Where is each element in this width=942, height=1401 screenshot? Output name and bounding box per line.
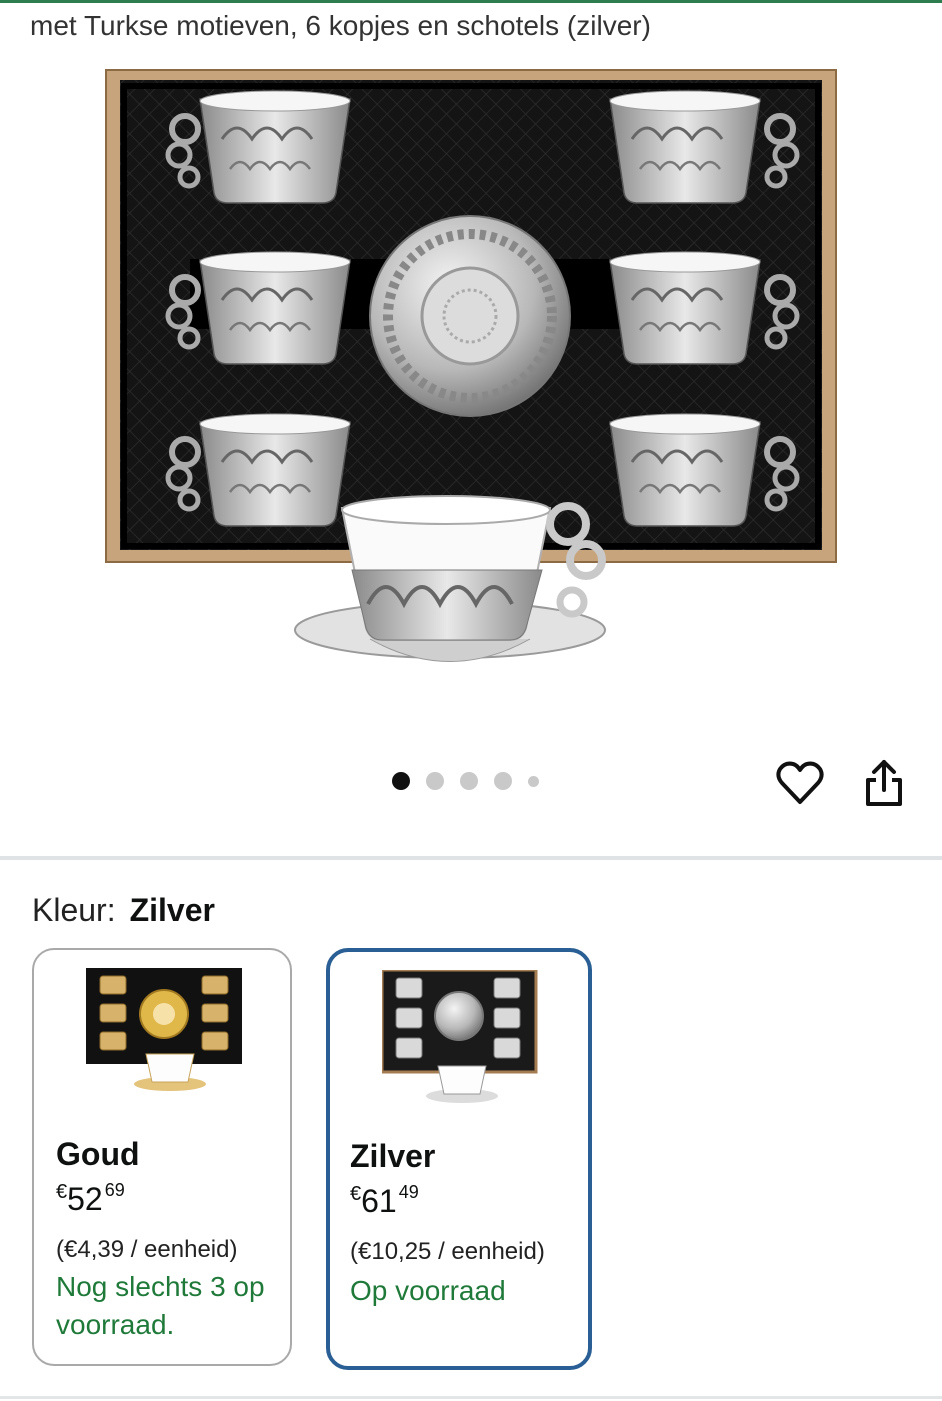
price-whole: 61 <box>361 1183 397 1219</box>
variant-name: Zilver <box>350 1138 436 1174</box>
section-divider <box>0 856 942 860</box>
variant-stock-status: Nog slechts 3 op voorraad. <box>56 1271 265 1340</box>
variant-option-zilver[interactable]: Zilver €61 49 (€10,25 / eenheid) Op voorr… <box>326 948 592 1370</box>
variant-label: Kleur: <box>32 892 116 928</box>
variant-selected-value: Zilver <box>129 892 215 928</box>
variant-thumbnail-gold <box>86 968 242 1091</box>
price-cents: 49 <box>398 1182 419 1202</box>
variant-price: €61 49 <box>350 1182 419 1220</box>
price-cents: 69 <box>104 1180 125 1200</box>
top-accent-line <box>0 0 942 3</box>
share-icon[interactable] <box>860 758 908 810</box>
variant-stock-status: Op voorraad <box>350 1275 506 1306</box>
variant-option-goud[interactable]: Goud €52 69 (€4,39 / eenheid) Nog slechts… <box>32 948 292 1366</box>
carousel-dot-4[interactable] <box>494 772 512 790</box>
carousel-dot-2[interactable] <box>426 772 444 790</box>
variant-label-row: Kleur: Zilver <box>32 892 215 929</box>
variant-unit-price: (€4,39 / eenheid) <box>56 1236 238 1263</box>
variant-unit-price: (€10,25 / eenheid) <box>350 1238 545 1265</box>
carousel-dot-5[interactable] <box>528 775 539 787</box>
variant-price: €52 69 <box>56 1180 125 1218</box>
carousel-dot-3[interactable] <box>460 772 478 790</box>
price-currency: € <box>350 1183 362 1205</box>
bottom-divider <box>0 1396 942 1399</box>
product-image[interactable] <box>100 64 840 704</box>
heart-icon[interactable] <box>776 760 824 808</box>
carousel-dot-1[interactable] <box>392 772 410 790</box>
product-title: met Turkse motieven, 6 kopjes en schotel… <box>30 10 651 41</box>
variant-thumbnail-silver <box>382 970 538 1103</box>
price-whole: 52 <box>67 1181 103 1217</box>
image-carousel-dots[interactable] <box>392 772 539 790</box>
price-currency: € <box>56 1181 68 1203</box>
variant-name: Goud <box>56 1136 140 1172</box>
